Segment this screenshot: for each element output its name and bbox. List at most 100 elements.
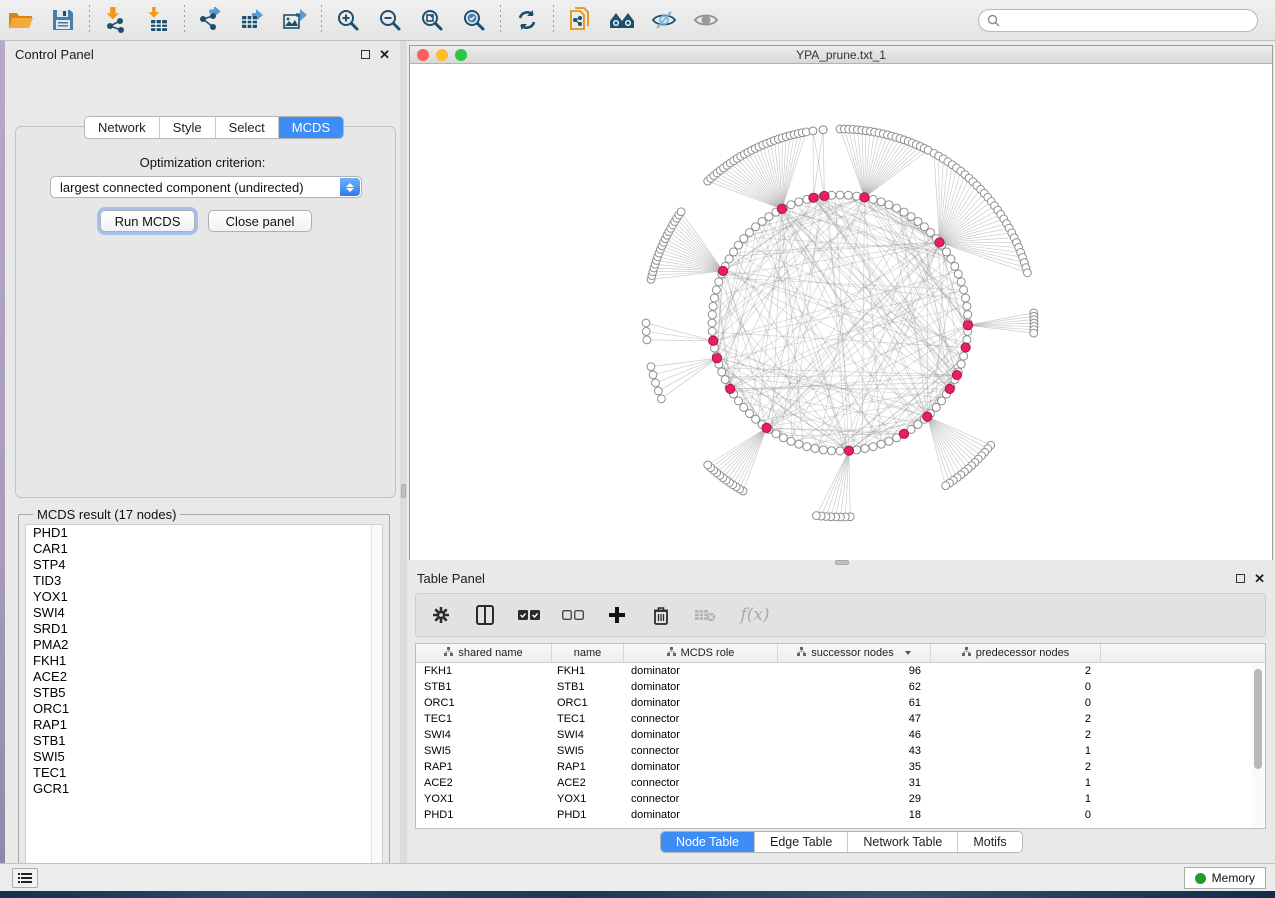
mcds-dominator-node[interactable] xyxy=(952,370,961,379)
network-node[interactable] xyxy=(712,286,720,294)
network-node[interactable] xyxy=(715,278,723,286)
network-node[interactable] xyxy=(947,255,955,263)
table-row[interactable]: SWI5SWI5connector431 xyxy=(416,743,1265,759)
mcds-dominator-node[interactable] xyxy=(712,354,721,363)
save-icon[interactable] xyxy=(46,3,80,37)
network-node[interactable] xyxy=(708,311,716,319)
run-mcds-button[interactable]: Run MCDS xyxy=(100,210,195,232)
network-node[interactable] xyxy=(877,198,885,206)
delete-column-icon[interactable] xyxy=(650,604,672,626)
mcds-dominator-node[interactable] xyxy=(820,191,829,200)
network-node[interactable] xyxy=(960,286,968,294)
network-node[interactable] xyxy=(885,201,893,209)
mcds-dominator-node[interactable] xyxy=(963,321,972,330)
mcds-result-item[interactable]: CAR1 xyxy=(26,541,382,557)
mcds-result-item[interactable]: ORC1 xyxy=(26,701,382,717)
scrollbar-thumb[interactable] xyxy=(1254,669,1262,769)
mcds-dominator-node[interactable] xyxy=(899,429,908,438)
zoom-out-icon[interactable] xyxy=(373,3,407,37)
network-node[interactable] xyxy=(836,447,844,455)
add-column-icon[interactable] xyxy=(606,604,628,626)
network-node[interactable] xyxy=(963,302,971,310)
float-panel-icon[interactable] xyxy=(361,50,370,59)
network-node[interactable] xyxy=(765,213,773,221)
network-node[interactable] xyxy=(704,461,712,469)
network-node[interactable] xyxy=(677,208,685,216)
network-node[interactable] xyxy=(649,371,657,379)
network-node[interactable] xyxy=(811,445,819,453)
network-node[interactable] xyxy=(647,363,655,371)
close-panel-icon[interactable]: ✕ xyxy=(1254,574,1265,583)
refresh-icon[interactable] xyxy=(510,3,544,37)
mcds-result-item[interactable]: SRD1 xyxy=(26,621,382,637)
search-input[interactable] xyxy=(1000,14,1257,28)
network-node[interactable] xyxy=(1023,269,1031,277)
mcds-result-item[interactable]: PMA2 xyxy=(26,637,382,653)
import-table-icon[interactable] xyxy=(141,3,175,37)
table-row[interactable]: PHD1PHD1dominator180 xyxy=(416,807,1265,823)
network-node[interactable] xyxy=(942,482,950,490)
hide-selected-eye-icon[interactable] xyxy=(647,3,681,37)
export-table-icon[interactable] xyxy=(236,3,270,37)
network-node[interactable] xyxy=(861,445,869,453)
deselect-all-checkboxes-icon[interactable] xyxy=(562,604,584,626)
network-node[interactable] xyxy=(877,440,885,448)
mcds-dominator-node[interactable] xyxy=(709,336,718,345)
network-node[interactable] xyxy=(962,294,970,302)
network-node[interactable] xyxy=(957,278,965,286)
table-row[interactable]: STB1STB1dominator620 xyxy=(416,679,1265,695)
network-node[interactable] xyxy=(787,437,795,445)
mcds-result-item[interactable]: GCR1 xyxy=(26,781,382,797)
network-node[interactable] xyxy=(803,443,811,451)
select-all-checkboxes-icon[interactable] xyxy=(518,604,540,626)
network-node[interactable] xyxy=(844,191,852,199)
mcds-dominator-node[interactable] xyxy=(809,193,818,202)
mcds-dominator-node[interactable] xyxy=(762,423,771,432)
network-node[interactable] xyxy=(819,126,827,134)
network-node[interactable] xyxy=(787,201,795,209)
criterion-dropdown[interactable]: largest connected component (undirected) xyxy=(50,176,362,198)
network-node[interactable] xyxy=(718,368,726,376)
table-tab-network-table[interactable]: Network Table xyxy=(847,832,957,852)
close-panel-button[interactable]: Close panel xyxy=(208,210,312,232)
search-box[interactable] xyxy=(978,9,1258,32)
network-node[interactable] xyxy=(836,191,844,199)
network-node[interactable] xyxy=(795,198,803,206)
table-tab-edge-table[interactable]: Edge Table xyxy=(754,832,847,852)
mcds-result-item[interactable]: PHD1 xyxy=(26,525,382,541)
network-node[interactable] xyxy=(809,127,817,135)
network-node[interactable] xyxy=(654,387,662,395)
node-table[interactable]: shared namenameMCDS rolesuccessor nodesp… xyxy=(415,643,1266,829)
mcds-dominator-node[interactable] xyxy=(860,193,869,202)
network-node[interactable] xyxy=(642,328,650,336)
mcds-result-item[interactable]: STB1 xyxy=(26,733,382,749)
tab-mcds[interactable]: MCDS xyxy=(278,117,343,138)
network-node[interactable] xyxy=(643,336,651,344)
network-node[interactable] xyxy=(708,327,716,335)
table-row[interactable]: FKH1FKH1dominator962 xyxy=(416,663,1265,679)
mcds-dominator-node[interactable] xyxy=(777,204,786,213)
open-folder-icon[interactable] xyxy=(4,3,38,37)
mcds-dominator-node[interactable] xyxy=(961,343,970,352)
network-node[interactable] xyxy=(772,430,780,438)
network-node[interactable] xyxy=(795,440,803,448)
column-header-shared-name[interactable]: shared name xyxy=(416,644,552,662)
tab-network[interactable]: Network xyxy=(85,117,159,138)
network-node[interactable] xyxy=(957,360,965,368)
network-node[interactable] xyxy=(658,395,666,403)
network-window-titlebar[interactable]: YPA_prune.txt_1 xyxy=(410,46,1272,64)
mcds-list-scrollbar[interactable] xyxy=(371,525,382,873)
network-node[interactable] xyxy=(709,302,717,310)
zoom-selected-icon[interactable] xyxy=(457,3,491,37)
table-row[interactable]: SWI4SWI4dominator462 xyxy=(416,727,1265,743)
mcds-result-item[interactable]: STP4 xyxy=(26,557,382,573)
mcds-result-list[interactable]: PHD1CAR1STP4TID3YOX1SWI4SRD1PMA2FKH1ACE2… xyxy=(25,524,383,874)
network-node[interactable] xyxy=(869,195,877,203)
delete-table-icon[interactable] xyxy=(694,604,716,626)
zoom-in-icon[interactable] xyxy=(331,3,365,37)
network-canvas[interactable] xyxy=(410,64,1272,561)
show-all-eye-icon[interactable] xyxy=(689,3,723,37)
float-panel-icon[interactable] xyxy=(1236,574,1245,583)
table-tab-node-table[interactable]: Node Table xyxy=(661,832,754,852)
splitter-handle[interactable] xyxy=(401,484,406,498)
